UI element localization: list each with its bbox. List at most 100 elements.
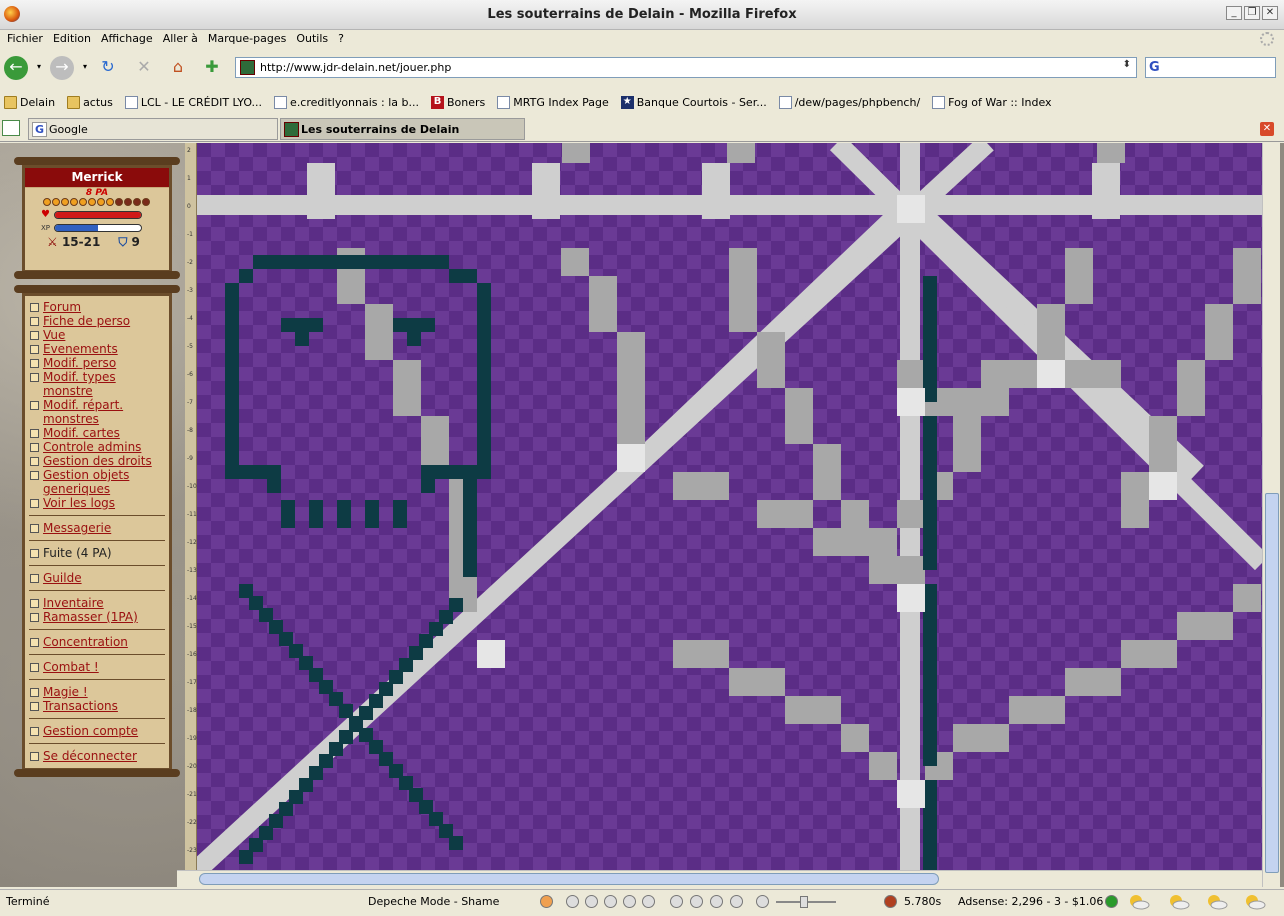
vertical-scrollbar[interactable]: [1262, 143, 1280, 887]
tab-google[interactable]: G Google: [28, 118, 278, 140]
bookmark-item[interactable]: Delain: [4, 95, 55, 109]
dungeon-map[interactable]: [197, 143, 1262, 870]
menu-link[interactable]: Inventaire: [29, 596, 169, 610]
floor-tile: [953, 689, 967, 703]
menu-item[interactable]: Aller à: [158, 30, 203, 50]
floor-tile: [995, 227, 1009, 241]
home-button[interactable]: ⌂: [166, 56, 190, 80]
minimize-button[interactable]: _: [1226, 6, 1242, 20]
back-history-dropdown-icon[interactable]: ▾: [34, 56, 44, 80]
music-player-icon[interactable]: [540, 895, 553, 908]
url-dropdown-icon[interactable]: ⬍: [1123, 59, 1131, 70]
volume-up-icon[interactable]: [710, 895, 723, 908]
floor-tile: [505, 801, 519, 815]
stop-button[interactable]: ✕: [132, 56, 156, 80]
scroll-thumb[interactable]: [199, 873, 939, 885]
menu-item[interactable]: Outils: [291, 30, 333, 50]
floor-tile: [645, 297, 659, 311]
menu-link[interactable]: Vue: [29, 328, 169, 342]
url-field[interactable]: http://www.jdr-delain.net/jouer.php ⬍: [235, 57, 1137, 78]
floor-tile: [421, 339, 435, 353]
google-search-icon[interactable]: G: [1149, 60, 1160, 75]
bookmark-item[interactable]: e.creditlyonnais : la b...: [274, 95, 419, 109]
menu-link[interactable]: Guilde: [29, 571, 169, 585]
maximize-button[interactable]: ❐: [1244, 6, 1260, 20]
new-tab-button[interactable]: [2, 120, 20, 136]
character-name[interactable]: Merrick: [25, 168, 169, 188]
floor-tile: [519, 157, 533, 171]
floor-tile: [225, 227, 239, 241]
volume-down-icon[interactable]: [730, 895, 743, 908]
weather-icon[interactable]: [1244, 893, 1266, 911]
path-tile: [727, 143, 755, 163]
floor-tile: [701, 241, 715, 255]
previous-track-icon[interactable]: [566, 895, 579, 908]
tab-delain[interactable]: Les souterrains de Delain: [280, 118, 525, 140]
next-track-icon[interactable]: [642, 895, 655, 908]
volume-slider-thumb[interactable]: [800, 896, 808, 908]
menu-item[interactable]: Fichier: [2, 30, 48, 50]
close-window-button[interactable]: ✕: [1262, 6, 1278, 20]
menu-link[interactable]: Transactions: [29, 699, 169, 713]
pause-icon[interactable]: [604, 895, 617, 908]
forward-history-dropdown-icon[interactable]: ▾: [80, 56, 90, 80]
menu-link[interactable]: Gestion objets generiques: [29, 468, 169, 496]
close-tab-button[interactable]: ✕: [1260, 122, 1274, 136]
menu-link[interactable]: Forum: [29, 300, 169, 314]
menu-link[interactable]: Voir les logs: [29, 496, 169, 510]
menu-item[interactable]: ?: [333, 30, 349, 50]
weather-icon[interactable]: [1168, 893, 1190, 911]
menu-link[interactable]: Fuite (4 PA): [29, 546, 169, 560]
menu-link[interactable]: Ramasser (1PA): [29, 610, 169, 624]
bookmark-add-button[interactable]: ✚: [200, 56, 224, 80]
menu-item[interactable]: Marque-pages: [203, 30, 291, 50]
bookmark-item[interactable]: LCL - LE CRÉDIT LYO...: [124, 95, 262, 109]
floor-tile: [519, 661, 533, 675]
bookmark-item[interactable]: MRTG Index Page: [497, 95, 609, 109]
menu-link[interactable]: Evenements: [29, 342, 169, 356]
stop-icon[interactable]: [623, 895, 636, 908]
menu-link[interactable]: Modif. types monstre: [29, 370, 169, 398]
floor-tile: [967, 535, 981, 549]
search-field[interactable]: G: [1145, 57, 1276, 78]
floor-tile: [505, 479, 519, 493]
scroll-thumb[interactable]: [1265, 493, 1279, 873]
menu-link[interactable]: Gestion compte: [29, 724, 169, 738]
play-icon[interactable]: [585, 895, 598, 908]
menu-link[interactable]: Messagerie: [29, 521, 169, 535]
bookmark-item[interactable]: B Boners: [431, 95, 485, 109]
menu-link[interactable]: Fiche de perso: [29, 314, 169, 328]
horizontal-scrollbar[interactable]: [177, 870, 1262, 887]
bookmark-item[interactable]: Fog of War :: Index: [932, 95, 1052, 109]
menu-link[interactable]: Gestion des droits: [29, 454, 169, 468]
menu-link[interactable]: Modif. perso: [29, 356, 169, 370]
floor-tile: [1219, 255, 1233, 269]
menu-link[interactable]: Controle admins: [29, 440, 169, 454]
floor-tile: [1149, 157, 1163, 171]
menu-link[interactable]: Modif. cartes: [29, 426, 169, 440]
playlist-icon[interactable]: [670, 895, 683, 908]
bookmark-item[interactable]: ★ Banque Courtois - Ser...: [620, 95, 767, 109]
floor-tile: [673, 563, 687, 577]
back-button[interactable]: ←: [4, 56, 28, 80]
menu-link[interactable]: Modif. répart. monstres: [29, 398, 169, 426]
speaker-icon[interactable]: [756, 895, 769, 908]
menu-link[interactable]: Magie !: [29, 685, 169, 699]
menu-item[interactable]: Edition: [48, 30, 96, 50]
floor-tile: [323, 801, 337, 815]
forward-button[interactable]: →: [50, 56, 74, 80]
reload-button[interactable]: ↻: [96, 56, 120, 80]
menu-link[interactable]: Se déconnecter: [29, 749, 169, 763]
menu-link[interactable]: Combat !: [29, 660, 169, 674]
path-tile: [1093, 668, 1121, 696]
map-canvas[interactable]: [197, 143, 1262, 870]
weather-icon[interactable]: [1128, 893, 1150, 911]
bookmark-item[interactable]: /dew/pages/phpbench/: [778, 95, 920, 109]
bookmark-item[interactable]: actus: [67, 95, 113, 109]
floor-tile: [771, 255, 785, 269]
menu-link[interactable]: Concentration: [29, 635, 169, 649]
floor-tile: [1163, 213, 1177, 227]
eject-icon[interactable]: [690, 895, 703, 908]
weather-icon[interactable]: [1206, 893, 1228, 911]
menu-item[interactable]: Affichage: [96, 30, 158, 50]
